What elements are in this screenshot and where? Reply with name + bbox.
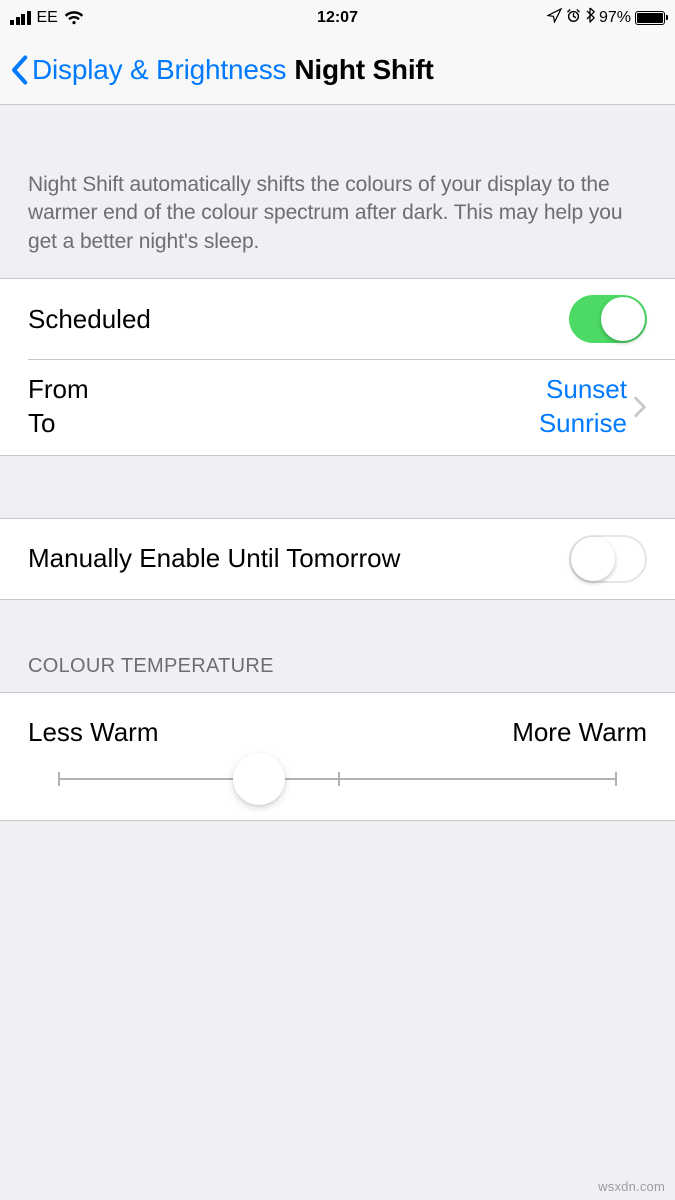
page-title: Night Shift <box>294 54 433 86</box>
battery-pct-label: 97% <box>599 9 631 27</box>
status-right: 97% <box>547 7 665 28</box>
manual-group: Manually Enable Until Tomorrow <box>0 518 675 600</box>
colour-temperature-header: COLOUR TEMPERATURE <box>0 600 675 692</box>
watermark: wsxdn.com <box>598 1179 665 1194</box>
wifi-icon <box>64 11 84 25</box>
manual-enable-label: Manually Enable Until Tomorrow <box>28 543 400 574</box>
bluetooth-icon <box>585 7 595 28</box>
to-label: To <box>28 407 89 441</box>
schedule-time-labels: From To <box>28 373 89 441</box>
from-label: From <box>28 373 89 407</box>
signal-icon <box>10 11 31 25</box>
chevron-left-icon <box>10 55 28 85</box>
back-button[interactable]: Display & Brightness <box>10 54 286 86</box>
alarm-icon <box>566 8 581 28</box>
more-warm-label: More Warm <box>512 717 647 748</box>
back-label: Display & Brightness <box>32 54 286 86</box>
from-value: Sunset <box>546 373 627 407</box>
schedule-time-row[interactable]: From To Sunset Sunrise <box>0 359 675 455</box>
status-left: EE <box>10 9 84 27</box>
to-value: Sunrise <box>539 407 627 441</box>
status-time: 12:07 <box>317 9 358 27</box>
chevron-right-icon <box>633 396 647 418</box>
location-icon <box>547 8 562 28</box>
less-warm-label: Less Warm <box>28 717 159 748</box>
scheduled-toggle[interactable] <box>569 295 647 343</box>
scheduled-row: Scheduled <box>0 279 675 359</box>
schedule-time-values: Sunset Sunrise <box>539 373 627 441</box>
manual-enable-toggle[interactable] <box>569 535 647 583</box>
status-bar: EE 12:07 97% <box>0 0 675 35</box>
carrier-label: EE <box>37 9 58 27</box>
description-text: Night Shift automatically shifts the col… <box>0 105 675 278</box>
temperature-slider-cell: Less Warm More Warm <box>0 693 675 820</box>
manual-enable-row: Manually Enable Until Tomorrow <box>0 519 675 599</box>
battery-icon <box>635 11 665 25</box>
slider-thumb[interactable] <box>233 753 285 805</box>
scheduled-group: Scheduled From To Sunset Sunrise <box>0 278 675 456</box>
temperature-slider[interactable] <box>28 778 647 780</box>
scheduled-label: Scheduled <box>28 304 151 335</box>
nav-bar: Display & Brightness Night Shift <box>0 35 675 105</box>
colour-temperature-group: Less Warm More Warm <box>0 692 675 821</box>
